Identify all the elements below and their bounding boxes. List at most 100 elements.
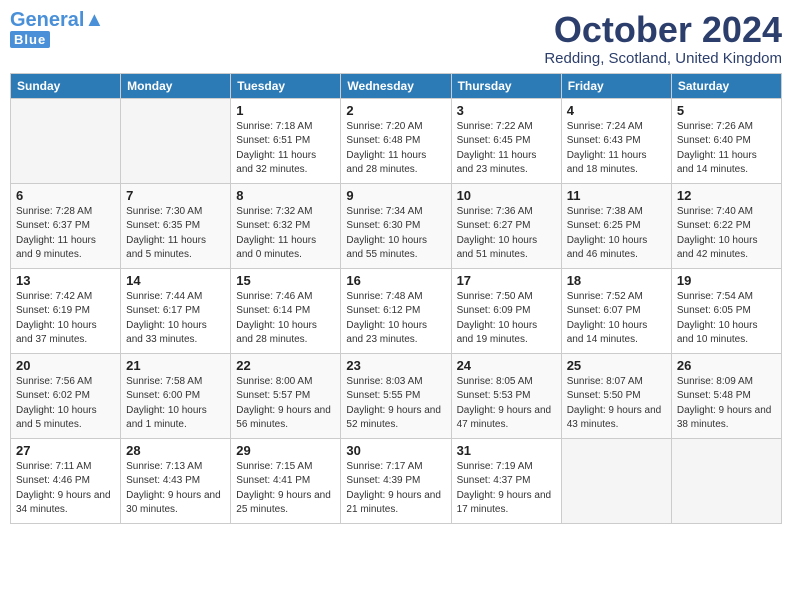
day-number: 7 [126, 188, 225, 203]
calendar-day-cell: 30 Sunrise: 7:17 AM Sunset: 4:39 PM Dayli… [341, 438, 451, 523]
day-detail: Sunrise: 8:05 AM Sunset: 5:53 PM Dayligh… [457, 375, 556, 433]
calendar-day-cell: 4Sunrise: 7:24 AM Sunset: 6:43 PM Daylig… [561, 98, 671, 183]
calendar-day-cell: 5Sunrise: 7:26 AM Sunset: 6:40 PM Daylig… [671, 98, 781, 183]
day-number: 27 [16, 443, 115, 458]
day-detail: Sunrise: 7:32 AM Sunset: 6:32 PM Dayligh… [236, 205, 335, 263]
calendar-header-row: Sunday Monday Tuesday Wednesday Thursday… [11, 73, 782, 98]
day-number: 30 [346, 443, 445, 458]
day-detail: Sunrise: 7:44 AM Sunset: 6:17 PM Dayligh… [126, 290, 225, 348]
calendar-day-cell: 14 Sunrise: 7:44 AM Sunset: 6:17 PM Dayli… [121, 268, 231, 353]
calendar-day-cell: 16 Sunrise: 7:48 AM Sunset: 6:12 PM Dayli… [341, 268, 451, 353]
day-detail: Sunrise: 7:46 AM Sunset: 6:14 PM Dayligh… [236, 290, 335, 348]
calendar-week-row: 6 Sunrise: 7:28 AM Sunset: 6:37 PM Daylig… [11, 183, 782, 268]
day-number: 5 [677, 103, 776, 118]
day-detail: Sunrise: 7:42 AM Sunset: 6:19 PM Dayligh… [16, 290, 115, 348]
day-number: 22 [236, 358, 335, 373]
day-number: 9 [346, 188, 445, 203]
col-friday: Friday [561, 73, 671, 98]
calendar-day-cell: 20 Sunrise: 7:56 AM Sunset: 6:02 PM Dayli… [11, 353, 121, 438]
calendar-day-cell: 15Sunrise: 7:46 AM Sunset: 6:14 PM Dayli… [231, 268, 341, 353]
calendar-day-cell [561, 438, 671, 523]
day-number: 29 [236, 443, 335, 458]
day-detail: Sunrise: 7:13 AM Sunset: 4:43 PM Dayligh… [126, 460, 225, 518]
col-tuesday: Tuesday [231, 73, 341, 98]
calendar-day-cell: 27 Sunrise: 7:11 AM Sunset: 4:46 PM Dayli… [11, 438, 121, 523]
title-block: October 2024 Redding, Scotland, United K… [544, 10, 782, 67]
col-sunday: Sunday [11, 73, 121, 98]
day-detail: Sunrise: 8:07 AM Sunset: 5:50 PM Dayligh… [567, 375, 666, 433]
col-wednesday: Wednesday [341, 73, 451, 98]
calendar-day-cell [121, 98, 231, 183]
day-number: 11 [567, 188, 666, 203]
day-detail: Sunrise: 7:58 AM Sunset: 6:00 PM Dayligh… [126, 375, 225, 433]
calendar-day-cell: 24 Sunrise: 8:05 AM Sunset: 5:53 PM Dayli… [451, 353, 561, 438]
calendar-day-cell: 29 Sunrise: 7:15 AM Sunset: 4:41 PM Dayli… [231, 438, 341, 523]
day-detail: Sunrise: 8:00 AM Sunset: 5:57 PM Dayligh… [236, 375, 335, 433]
day-number: 3 [457, 103, 556, 118]
calendar-day-cell: 19 Sunrise: 7:54 AM Sunset: 6:05 PM Dayli… [671, 268, 781, 353]
day-detail: Sunrise: 7:17 AM Sunset: 4:39 PM Dayligh… [346, 460, 445, 518]
calendar-week-row: 1 Sunrise: 7:18 AM Sunset: 6:51 PM Daylig… [11, 98, 782, 183]
calendar-day-cell: 12Sunrise: 7:40 AM Sunset: 6:22 PM Dayli… [671, 183, 781, 268]
page-header: General▲ Blue October 2024 Redding, Scot… [10, 10, 782, 67]
calendar-week-row: 20 Sunrise: 7:56 AM Sunset: 6:02 PM Dayli… [11, 353, 782, 438]
day-number: 23 [346, 358, 445, 373]
calendar-day-cell: 28 Sunrise: 7:13 AM Sunset: 4:43 PM Dayli… [121, 438, 231, 523]
day-detail: Sunrise: 8:09 AM Sunset: 5:48 PM Dayligh… [677, 375, 776, 433]
calendar-day-cell: 25 Sunrise: 8:07 AM Sunset: 5:50 PM Dayli… [561, 353, 671, 438]
day-number: 1 [236, 103, 335, 118]
subtitle: Redding, Scotland, United Kingdom [544, 50, 782, 67]
logo-general: General [10, 9, 84, 31]
logo-blue-label: Blue [10, 31, 50, 48]
calendar-day-cell [671, 438, 781, 523]
calendar-week-row: 13 Sunrise: 7:42 AM Sunset: 6:19 PM Dayli… [11, 268, 782, 353]
day-detail: Sunrise: 7:36 AM Sunset: 6:27 PM Dayligh… [457, 205, 556, 263]
day-detail: Sunrise: 7:15 AM Sunset: 4:41 PM Dayligh… [236, 460, 335, 518]
calendar-day-cell: 11 Sunrise: 7:38 AM Sunset: 6:25 PM Dayli… [561, 183, 671, 268]
day-number: 20 [16, 358, 115, 373]
day-number: 17 [457, 273, 556, 288]
day-detail: Sunrise: 7:19 AM Sunset: 4:37 PM Dayligh… [457, 460, 556, 518]
day-number: 14 [126, 273, 225, 288]
day-detail: Sunrise: 7:48 AM Sunset: 6:12 PM Dayligh… [346, 290, 445, 348]
col-thursday: Thursday [451, 73, 561, 98]
main-title: October 2024 [544, 10, 782, 50]
day-number: 19 [677, 273, 776, 288]
day-detail: Sunrise: 7:28 AM Sunset: 6:37 PM Dayligh… [16, 205, 115, 263]
calendar-day-cell: 13 Sunrise: 7:42 AM Sunset: 6:19 PM Dayli… [11, 268, 121, 353]
calendar-day-cell: 1 Sunrise: 7:18 AM Sunset: 6:51 PM Daylig… [231, 98, 341, 183]
day-number: 24 [457, 358, 556, 373]
day-detail: Sunrise: 7:18 AM Sunset: 6:51 PM Dayligh… [236, 120, 335, 178]
day-number: 16 [346, 273, 445, 288]
calendar-day-cell: 22 Sunrise: 8:00 AM Sunset: 5:57 PM Dayli… [231, 353, 341, 438]
day-number: 31 [457, 443, 556, 458]
day-number: 26 [677, 358, 776, 373]
day-number: 25 [567, 358, 666, 373]
day-detail: Sunrise: 7:54 AM Sunset: 6:05 PM Dayligh… [677, 290, 776, 348]
day-number: 6 [16, 188, 115, 203]
logo-flag: ▲ [84, 9, 104, 31]
day-detail: Sunrise: 7:11 AM Sunset: 4:46 PM Dayligh… [16, 460, 115, 518]
day-number: 4 [567, 103, 666, 118]
calendar-week-row: 27 Sunrise: 7:11 AM Sunset: 4:46 PM Dayli… [11, 438, 782, 523]
day-detail: Sunrise: 7:20 AM Sunset: 6:48 PM Dayligh… [346, 120, 445, 178]
col-saturday: Saturday [671, 73, 781, 98]
calendar-day-cell: 8Sunrise: 7:32 AM Sunset: 6:32 PM Daylig… [231, 183, 341, 268]
day-detail: Sunrise: 7:30 AM Sunset: 6:35 PM Dayligh… [126, 205, 225, 263]
day-number: 2 [346, 103, 445, 118]
day-detail: Sunrise: 7:56 AM Sunset: 6:02 PM Dayligh… [16, 375, 115, 433]
day-detail: Sunrise: 7:34 AM Sunset: 6:30 PM Dayligh… [346, 205, 445, 263]
logo: General▲ Blue [10, 10, 104, 48]
day-detail: Sunrise: 8:03 AM Sunset: 5:55 PM Dayligh… [346, 375, 445, 433]
col-monday: Monday [121, 73, 231, 98]
logo-text: General▲ [10, 10, 104, 30]
calendar-day-cell: 3Sunrise: 7:22 AM Sunset: 6:45 PM Daylig… [451, 98, 561, 183]
day-detail: Sunrise: 7:38 AM Sunset: 6:25 PM Dayligh… [567, 205, 666, 263]
day-number: 10 [457, 188, 556, 203]
day-detail: Sunrise: 7:40 AM Sunset: 6:22 PM Dayligh… [677, 205, 776, 263]
calendar-day-cell: 26 Sunrise: 8:09 AM Sunset: 5:48 PM Dayli… [671, 353, 781, 438]
day-number: 28 [126, 443, 225, 458]
calendar-table: Sunday Monday Tuesday Wednesday Thursday… [10, 73, 782, 524]
calendar-day-cell [11, 98, 121, 183]
day-number: 13 [16, 273, 115, 288]
